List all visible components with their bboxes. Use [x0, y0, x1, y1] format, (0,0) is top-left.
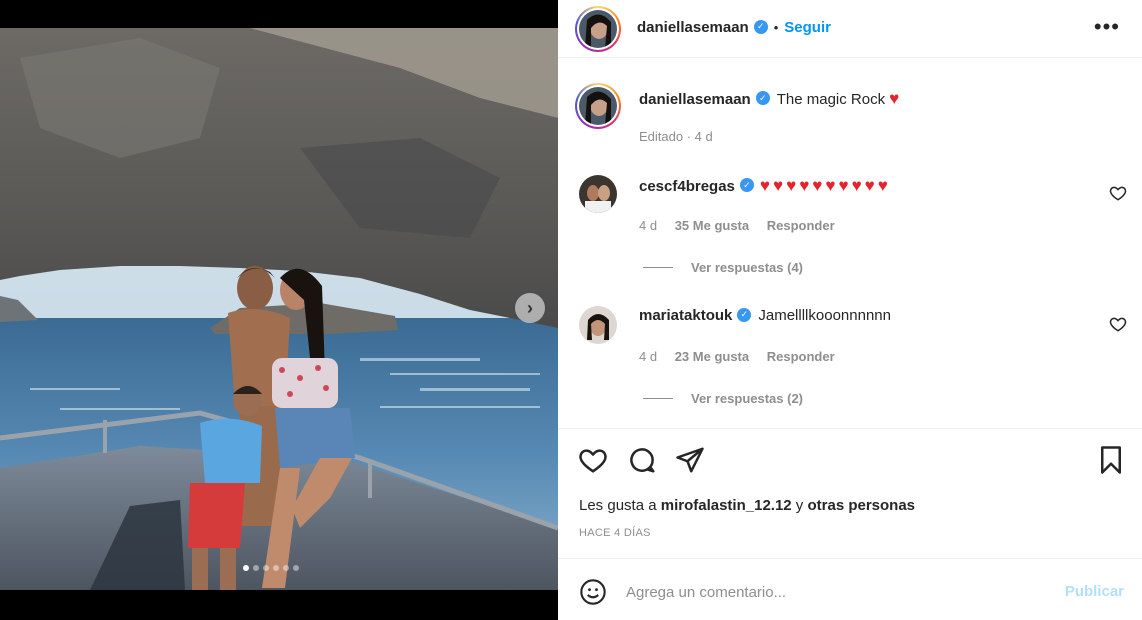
commenter-avatar[interactable] [579, 306, 617, 344]
other-likers-link[interactable]: otras personas [807, 497, 915, 514]
caption-author-avatar[interactable] [575, 83, 621, 129]
like-heart-icon[interactable] [578, 445, 608, 475]
bookmark-icon[interactable] [1096, 445, 1126, 475]
verified-badge-icon: ✓ [737, 307, 752, 322]
comment-meta: 4 d 35 Me gusta Responder [639, 218, 849, 233]
comment-icon[interactable] [627, 445, 657, 475]
post-side-panel: daniellasemaan ✓ • Seguir ••• daniellase… [558, 0, 1142, 620]
likes-joiner: y [791, 497, 808, 514]
publish-button[interactable]: Publicar [1065, 583, 1124, 600]
comment-2: mariataktouk ✓ Jamellllkooonnnnnn [639, 307, 891, 324]
view-replies-button[interactable]: Ver respuestas (4) [643, 260, 803, 275]
comment-composer: Publicar [558, 558, 1142, 620]
carousel-indicator [243, 565, 299, 571]
view-replies-label: Ver respuestas (4) [691, 260, 804, 275]
commenter-username-link[interactable]: cescf4bregas [639, 178, 735, 195]
post-timestamp: HACE 4 DÍAS [579, 527, 651, 539]
more-options-icon[interactable]: ••• [1094, 16, 1120, 38]
likes-prefix: Les gusta a [579, 497, 661, 514]
likes-summary: Les gusta a mirofalastin_12.12 y otras p… [579, 497, 915, 514]
comment-input[interactable] [626, 579, 1046, 605]
comment-like-heart-icon[interactable] [1109, 315, 1127, 333]
carousel-dot [293, 565, 299, 571]
share-icon[interactable] [675, 445, 705, 475]
commenter-username-link[interactable]: mariataktouk [639, 307, 732, 324]
comment-text: Jamellllkooonnnnnn [758, 307, 891, 324]
carousel-next-button[interactable]: › [515, 293, 545, 323]
post-media: › [0, 0, 558, 620]
caption-username-link[interactable]: daniellasemaan [639, 91, 751, 108]
emoji-icon[interactable] [579, 578, 607, 606]
comment-text: ♥♥♥♥♥♥♥♥♥♥ [759, 176, 891, 195]
post-actions: Les gusta a mirofalastin_12.12 y otras p… [558, 428, 1142, 558]
reply-button[interactable]: Responder [767, 218, 835, 233]
verified-badge-icon: ✓ [755, 91, 770, 105]
separator-dot: • [773, 20, 779, 35]
caption-edited-meta: Editado · 4 d [639, 129, 713, 144]
heart-emoji: ♥ [889, 89, 900, 108]
author-avatar[interactable] [575, 6, 621, 52]
replies-divider [643, 398, 673, 399]
chevron-right-icon: › [527, 297, 533, 318]
post-header: daniellasemaan ✓ • Seguir ••• [558, 0, 1142, 58]
comment-age: 4 d [639, 349, 658, 364]
carousel-dot-active [243, 565, 249, 571]
view-replies-label: Ver respuestas (2) [691, 391, 804, 406]
commenter-avatar[interactable] [579, 175, 617, 213]
post-caption: daniellasemaan ✓ The magic Rock ♥ [639, 89, 899, 109]
comment-like-heart-icon[interactable] [1109, 184, 1127, 202]
reply-button[interactable]: Responder [767, 349, 835, 364]
verified-badge-icon: ✓ [739, 178, 754, 192]
liked-by-username-link[interactable]: mirofalastin_12.12 [661, 497, 792, 514]
comment-meta: 4 d 23 Me gusta Responder [639, 349, 849, 364]
comment-likes-count[interactable]: 35 Me gusta [675, 218, 749, 233]
carousel-dot [253, 565, 259, 571]
view-replies-button[interactable]: Ver respuestas (2) [643, 391, 803, 406]
replies-divider [643, 267, 673, 268]
post-photo [0, 28, 558, 590]
follow-button[interactable]: Seguir [784, 19, 831, 36]
carousel-dot [283, 565, 289, 571]
carousel-dot [273, 565, 279, 571]
comment-likes-count[interactable]: 23 Me gusta [675, 349, 749, 364]
caption-text: The magic Rock [776, 90, 886, 108]
comment-1: cescf4bregas ✓ ♥♥♥♥♥♥♥♥♥♥ [639, 176, 891, 196]
author-username-link[interactable]: daniellasemaan [637, 19, 749, 36]
verified-badge-icon: ✓ [753, 19, 768, 34]
carousel-dot [263, 565, 269, 571]
comment-age: 4 d [639, 218, 658, 233]
